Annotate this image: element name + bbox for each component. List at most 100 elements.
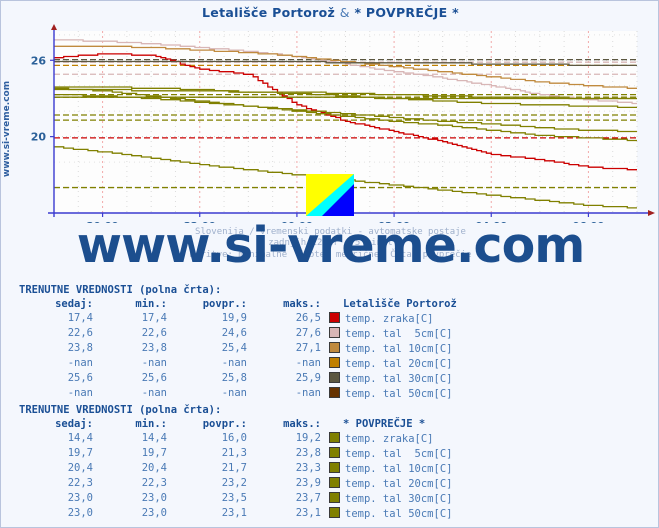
cell-min: 23,0 [141,507,167,519]
cell-maks: 27,1 [295,342,321,354]
logo-icon [306,174,354,216]
values-table: sedaj: min.: povpr.: maks.: Letališče Po… [19,298,457,401]
legend-color-swatch [329,387,340,398]
col-header-sedaj: sedaj: [55,298,93,310]
title-station-right: * POVPREČJE * [354,5,459,20]
x-axis-arrow [648,210,655,216]
cell-maks: 25,9 [295,372,321,384]
series-legend-label: temp. tal 20cm[C] [321,356,457,371]
table-row: 19,7 19,7 21,3 23,8 temp. tal 5cm[C] [19,446,452,461]
cell-povpr: -nan [221,357,247,369]
values-table: sedaj: min.: povpr.: maks.: * POVPREČJE … [19,418,452,521]
table-row: 25,6 25,6 25,8 25,9 temp. tal 30cm[C] [19,371,457,386]
cell-povpr: -nan [221,387,247,399]
x-axis-tick-label: 00:00 [281,221,313,223]
cell-povpr: 21,3 [221,447,247,459]
cell-min: 14,4 [141,432,167,444]
legend-color-swatch [329,462,340,473]
x-axis-tick-label: 02:00 [378,221,410,223]
cell-povpr: 25,4 [221,342,247,354]
cell-sedaj: 23,0 [67,507,93,519]
y-axis-arrow [51,24,57,30]
series-legend-label: temp. tal 30cm[C] [321,491,452,506]
cell-min: 22,6 [141,327,167,339]
table-caption: TRENUTNE VREDNOSTI (polna črta): [19,404,222,416]
series-legend-label: temp. tal 10cm[C] [321,341,457,356]
cell-povpr: 24,6 [221,327,247,339]
col-header-min: min.: [135,418,167,430]
legend-color-swatch [329,342,340,353]
title-ampersand: & [339,5,350,20]
cell-sedaj: 22,6 [67,327,93,339]
cell-maks: 23,7 [295,492,321,504]
cell-maks: 19,2 [295,432,321,444]
cell-min: 19,7 [141,447,167,459]
col-header-sedaj: sedaj: [55,418,93,430]
site-logo [306,174,354,216]
cell-maks: -nan [295,357,321,369]
col-header-station: * POVPREČJE * [343,418,426,430]
cell-sedaj: 23,8 [67,342,93,354]
cell-sedaj: -nan [67,387,93,399]
cell-sedaj: 25,6 [67,372,93,384]
x-axis-tick-label: 22:00 [184,221,216,223]
table-row: 23,8 23,8 25,4 27,1 temp. tal 10cm[C] [19,341,457,356]
col-header-min: min.: [135,298,167,310]
cell-sedaj: -nan [67,357,93,369]
series-legend-label: temp. zraka[C] [321,431,452,446]
legend-color-swatch [329,327,340,338]
chart-page: Letališče Portorož & * POVPREČJE * www.s… [0,0,659,528]
cell-povpr: 16,0 [221,432,247,444]
series-legend-label: temp. tal 20cm[C] [321,476,452,491]
cell-min: 23,8 [141,342,167,354]
cell-min: -nan [141,357,167,369]
legend-color-swatch [329,507,340,518]
cell-sedaj: 22,3 [67,477,93,489]
series-legend-label: temp. tal 50cm[C] [321,386,457,401]
table-row: 22,3 22,3 23,2 23,9 temp. tal 20cm[C] [19,476,452,491]
cell-maks: 23,9 [295,477,321,489]
table-header-row: sedaj: min.: povpr.: maks.: * POVPREČJE … [19,418,452,431]
series-legend-label: temp. tal 5cm[C] [321,326,457,341]
legend-color-swatch [329,372,340,383]
legend-color-swatch [329,357,340,368]
cell-maks: 27,6 [295,327,321,339]
cell-povpr: 21,7 [221,462,247,474]
y-axis-tick-label: 20 [31,131,47,144]
cell-min: 17,4 [141,312,167,324]
table-row: 23,0 23,0 23,5 23,7 temp. tal 30cm[C] [19,491,452,506]
col-header-povpr: povpr.: [202,418,247,430]
col-header-maks: maks.: [283,298,321,310]
legend-color-swatch [329,477,340,488]
table-caption: TRENUTNE VREDNOSTI (polna črta): [19,284,222,296]
values-table-station-1: TRENUTNE VREDNOSTI (polna črta): sedaj: … [19,284,659,401]
cell-maks: -nan [295,387,321,399]
cell-povpr: 19,9 [221,312,247,324]
table-row: 14,4 14,4 16,0 19,2 temp. zraka[C] [19,431,452,446]
table-row: 20,4 20,4 21,7 23,3 temp. tal 10cm[C] [19,461,452,476]
col-header-povpr: povpr.: [202,298,247,310]
page-title: Letališče Portorož & * POVPREČJE * [1,5,659,20]
cell-maks: 23,1 [295,507,321,519]
legend-color-swatch [329,312,340,323]
cell-maks: 26,5 [295,312,321,324]
legend-color-swatch [329,492,340,503]
cell-maks: 23,3 [295,462,321,474]
table-row: -nan -nan -nan -nan temp. tal 50cm[C] [19,386,457,401]
cell-povpr: 23,2 [221,477,247,489]
series-legend-label: temp. tal 10cm[C] [321,461,452,476]
cell-min: 20,4 [141,462,167,474]
table-row: 22,6 22,6 24,6 27,6 temp. tal 5cm[C] [19,326,457,341]
cell-min: -nan [141,387,167,399]
values-table-station-2: TRENUTNE VREDNOSTI (polna črta): sedaj: … [19,404,659,521]
cell-min: 22,3 [141,477,167,489]
x-axis-tick-label: 04:00 [475,221,507,223]
legend-color-swatch [329,432,340,443]
legend-color-swatch [329,447,340,458]
cell-sedaj: 19,7 [67,447,93,459]
cell-maks: 23,8 [295,447,321,459]
cell-povpr: 23,5 [221,492,247,504]
cell-sedaj: 20,4 [67,462,93,474]
y-axis-tick-label: 26 [31,54,47,67]
col-header-station: Letališče Portorož [343,298,457,310]
